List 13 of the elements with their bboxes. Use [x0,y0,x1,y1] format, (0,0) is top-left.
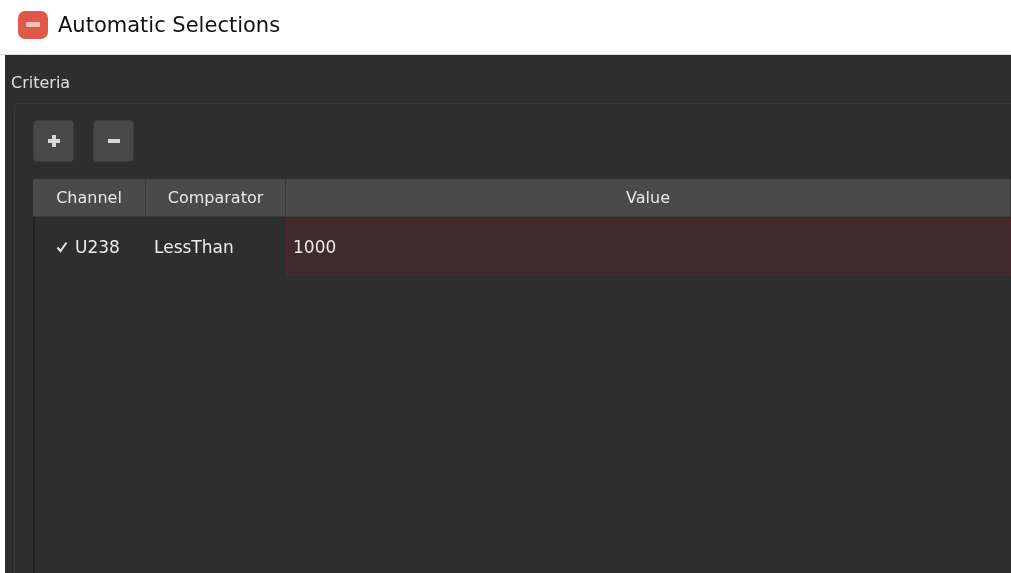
column-header[interactable]: Comparator [146,179,286,216]
value-cell[interactable]: 1000 [286,218,1011,276]
remove-button[interactable] [93,120,134,162]
window-title: Automatic Selections [58,13,281,37]
group-title: Criteria [11,73,72,93]
column-header[interactable]: Value [286,179,1011,216]
table-cell: U238 [75,237,120,257]
row-checkbox[interactable] [55,240,69,254]
table-cell: LessThan [154,237,234,257]
plus-icon [45,133,62,149]
add-button[interactable] [33,120,74,162]
app-icon [18,11,48,39]
column-header[interactable]: Channel [33,179,146,216]
